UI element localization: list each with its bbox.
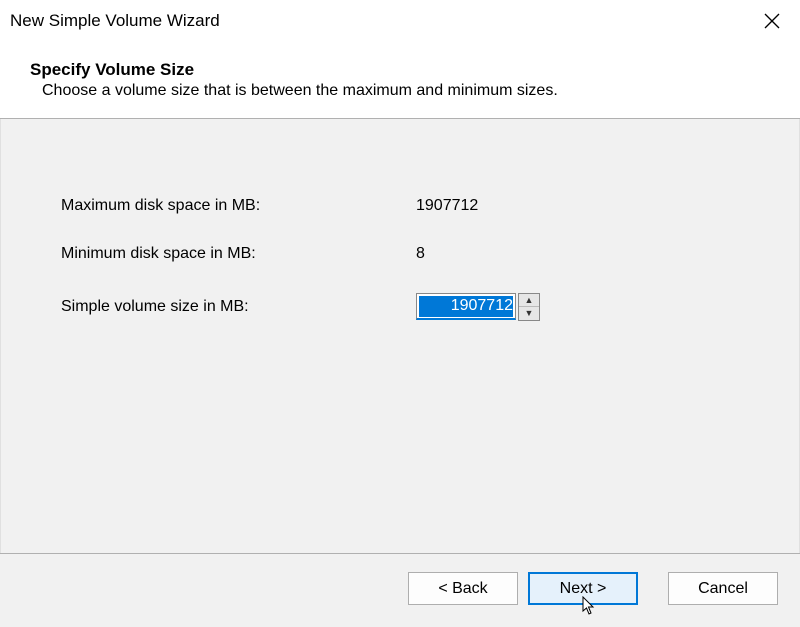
min-disk-label: Minimum disk space in MB: [61, 245, 416, 263]
page-title: Specify Volume Size [30, 60, 790, 80]
max-disk-row: Maximum disk space in MB: 1907712 [61, 197, 739, 215]
min-disk-row: Minimum disk space in MB: 8 [61, 245, 739, 263]
chevron-up-icon: ▲ [525, 296, 534, 305]
titlebar: New Simple Volume Wizard [0, 0, 800, 42]
chevron-down-icon: ▼ [525, 309, 534, 318]
spin-down-button[interactable]: ▼ [519, 307, 539, 320]
spinner-buttons: ▲ ▼ [518, 293, 540, 321]
wizard-footer: < Back Next > Cancel [0, 553, 800, 627]
next-button[interactable]: Next > [528, 572, 638, 605]
wizard-header: Specify Volume Size Choose a volume size… [0, 42, 800, 119]
volume-size-label: Simple volume size in MB: [61, 298, 416, 316]
spin-up-button[interactable]: ▲ [519, 294, 539, 307]
back-button[interactable]: < Back [408, 572, 518, 605]
window-title: New Simple Volume Wizard [10, 11, 220, 31]
volume-size-selection: 1907712 [419, 296, 513, 317]
close-button[interactable] [758, 7, 786, 35]
min-disk-value: 8 [416, 245, 425, 263]
volume-size-spinner: 1907712 ▲ ▼ [416, 293, 540, 321]
cancel-button[interactable]: Cancel [668, 572, 778, 605]
page-subtitle: Choose a volume size that is between the… [30, 82, 790, 100]
volume-size-row: Simple volume size in MB: 1907712 ▲ ▼ [61, 293, 739, 321]
wizard-content: Maximum disk space in MB: 1907712 Minimu… [0, 119, 800, 553]
close-icon [764, 13, 780, 29]
max-disk-value: 1907712 [416, 197, 478, 215]
max-disk-label: Maximum disk space in MB: [61, 197, 416, 215]
